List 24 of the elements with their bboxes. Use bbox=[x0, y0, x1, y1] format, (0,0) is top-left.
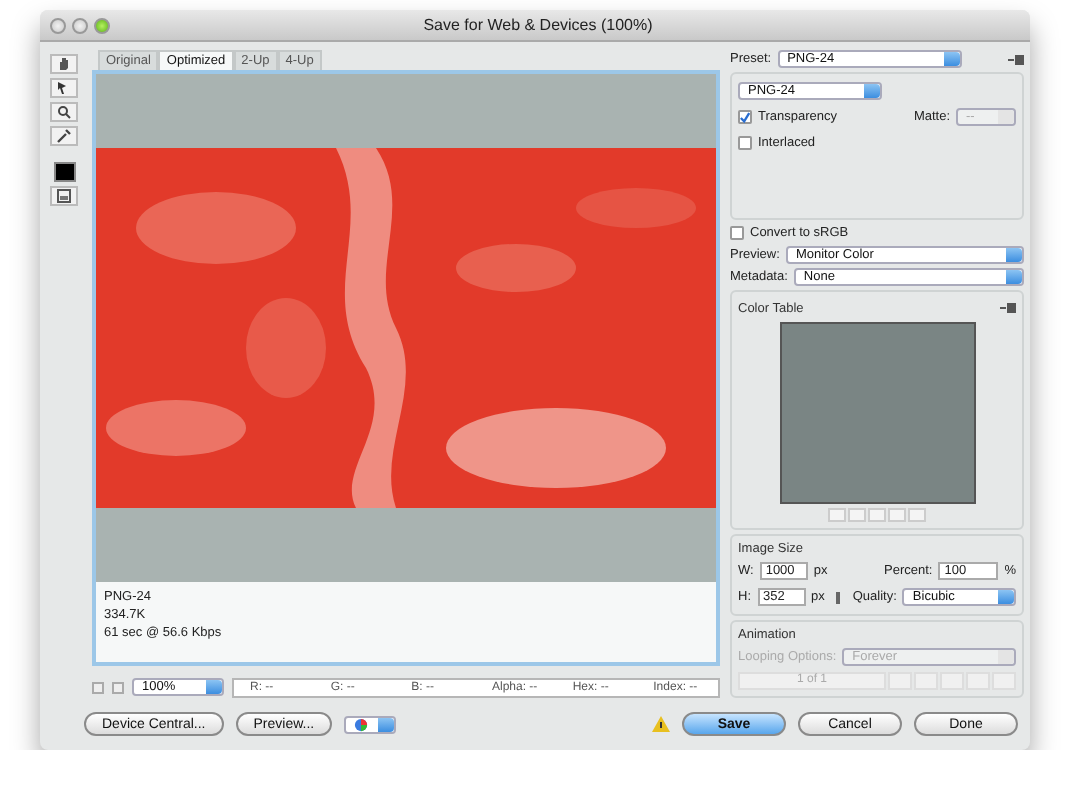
zoom-out-button[interactable] bbox=[92, 681, 104, 694]
checkbox[interactable] bbox=[730, 226, 744, 241]
zoom-tool[interactable] bbox=[50, 102, 78, 122]
zoom-button[interactable] bbox=[94, 17, 110, 33]
warning-icon bbox=[652, 716, 670, 732]
panel-menu-icon bbox=[1008, 51, 1024, 67]
color-wheel-icon bbox=[354, 717, 369, 731]
toggle-slices-button[interactable] bbox=[50, 186, 78, 206]
close-button[interactable] bbox=[50, 17, 66, 33]
zoom-in-button[interactable] bbox=[112, 681, 124, 694]
eyedropper-icon bbox=[56, 128, 72, 144]
panel-menu-icon bbox=[1000, 300, 1016, 317]
hand-tool[interactable] bbox=[50, 54, 78, 74]
color-swatch[interactable] bbox=[53, 162, 75, 182]
eyedropper-tool[interactable] bbox=[50, 126, 78, 146]
minimize-button[interactable] bbox=[72, 17, 88, 33]
slices-icon bbox=[56, 188, 72, 204]
magnifier-icon bbox=[56, 104, 72, 120]
browser-select[interactable] bbox=[344, 715, 397, 733]
slice-select-tool[interactable] bbox=[50, 78, 78, 98]
checkbox[interactable] bbox=[738, 136, 752, 150]
checkbox[interactable] bbox=[738, 110, 752, 124]
hand-icon bbox=[56, 56, 72, 72]
window-title: Save for Web & Devices (100%) bbox=[421, 16, 655, 34]
